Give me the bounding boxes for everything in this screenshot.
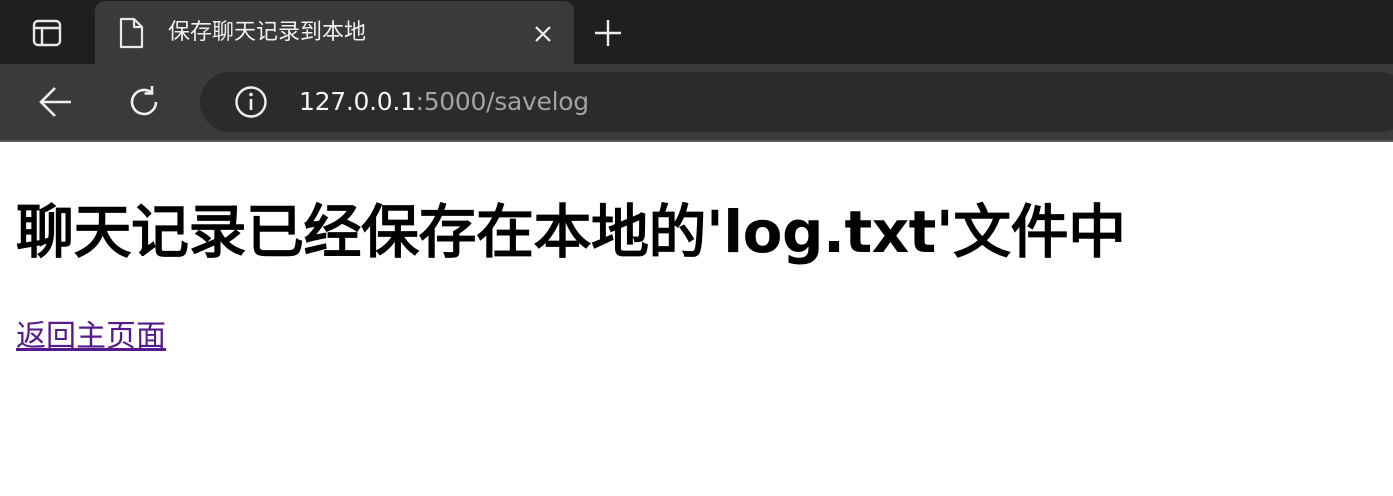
address-url[interactable]: 127.0.0.1:5000/savelog [299,86,589,118]
arrow-left-icon [39,87,71,117]
close-icon [535,26,551,42]
url-path: :5000/savelog [415,87,590,116]
reload-icon [130,86,158,116]
tab-actions-button[interactable] [14,10,80,56]
page-heading: 聊天记录已经保存在本地的'log.txt'文件中 [16,198,1126,266]
tab-actions-icon [32,19,62,47]
document-icon [117,16,145,50]
browser-toolbar: 127.0.0.1:5000/savelog [0,64,1393,140]
url-host: 127.0.0.1 [299,87,416,116]
page-content: 聊天记录已经保存在本地的'log.txt'文件中 返回主页面 [0,142,1393,496]
back-to-home-link[interactable]: 返回主页面 [16,317,166,357]
active-tab[interactable]: 保存聊天记录到本地 [95,1,574,64]
tab-title: 保存聊天记录到本地 [168,20,367,45]
reload-button[interactable] [122,82,166,122]
back-button[interactable] [34,82,78,122]
tab-close-button[interactable] [525,18,561,50]
info-icon[interactable] [234,85,268,119]
new-tab-button[interactable] [588,14,628,52]
address-bar[interactable]: 127.0.0.1:5000/savelog [200,72,1393,132]
plus-icon [595,20,621,46]
tab-strip: 保存聊天记录到本地 [0,0,1393,64]
